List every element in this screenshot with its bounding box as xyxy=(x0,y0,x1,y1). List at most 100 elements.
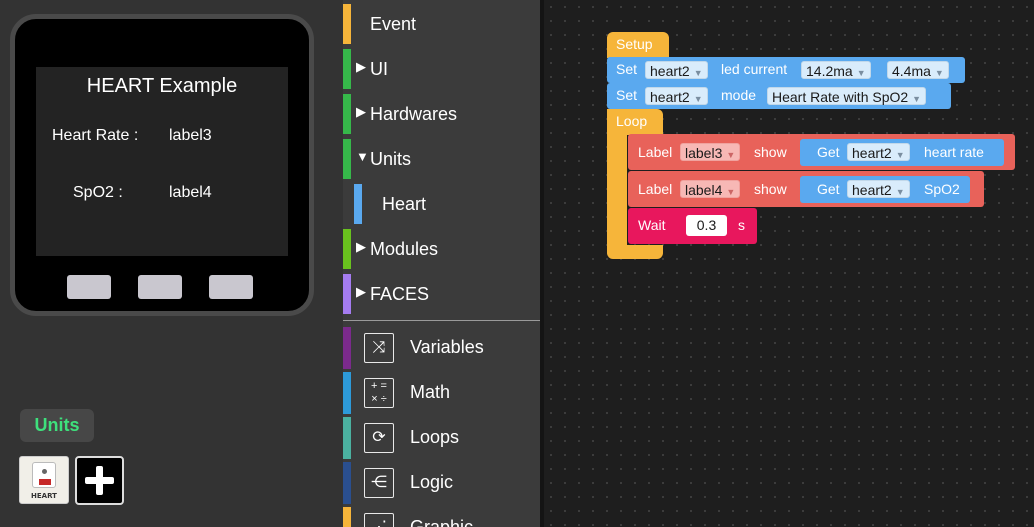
collapse-arrow-icon: ▼ xyxy=(356,149,369,164)
block-text: heart rate xyxy=(924,144,984,160)
loop-label: Loop xyxy=(616,113,648,129)
category-label: Modules xyxy=(370,239,439,259)
expand-arrow-icon: ▶ xyxy=(356,104,366,119)
expand-arrow-icon: ▶ xyxy=(356,239,366,254)
chevron-down-icon: ▼ xyxy=(895,150,905,160)
plus-icon-vertical xyxy=(96,466,103,495)
category-color-bar xyxy=(343,94,351,134)
math-icon: + = × ÷ xyxy=(364,378,394,408)
screen-title[interactable]: HEART Example xyxy=(36,75,288,98)
toolbox-category-graphic[interactable]: ⋰ Graphic xyxy=(343,505,540,527)
block-keyword: Set xyxy=(616,61,638,77)
label-dropdown[interactable]: label4 ▼ xyxy=(680,180,741,198)
label-show-spo2-block[interactable]: Label label4 ▼ show Get heart2 ▼ SpO2 xyxy=(628,171,984,207)
block-keyword: Label xyxy=(638,181,673,197)
category-label: FACES xyxy=(370,284,430,304)
dropdown-value: heart2 xyxy=(650,89,690,105)
device-dropdown[interactable]: heart2 ▼ xyxy=(847,143,910,161)
wait-block[interactable]: Wait 0.3 s xyxy=(628,208,757,244)
dropdown-value: 4.4ma xyxy=(892,63,931,79)
toolbox-category-modules[interactable]: ▶ Modules xyxy=(343,227,540,272)
toolbox-category-faces[interactable]: ▶ FACES xyxy=(343,272,540,317)
device-button-a[interactable] xyxy=(67,275,111,299)
toolbox-category-ui[interactable]: ▶ UI xyxy=(343,47,540,92)
block-text: mode xyxy=(721,87,757,103)
block-text: led current xyxy=(721,61,788,77)
expand-arrow-icon: ▶ xyxy=(356,284,366,299)
get-heart-rate-block[interactable]: Get heart2 ▼ heart rate xyxy=(800,139,1004,166)
screen-label3[interactable]: label3 xyxy=(169,127,212,145)
chevron-down-icon: ▼ xyxy=(934,68,944,78)
block-text: show xyxy=(754,144,787,160)
category-label: Hardwares xyxy=(370,104,458,124)
device-dropdown[interactable]: heart2 ▼ xyxy=(847,180,910,198)
label-show-heart-rate-block[interactable]: Label label3 ▼ show Get heart2 ▼ heart rat… xyxy=(628,134,1015,170)
loop-block-cap[interactable]: Loop xyxy=(607,109,663,135)
setup-label: Setup xyxy=(616,36,653,52)
app-root: HEART Example Heart Rate : label3 SpO2 :… xyxy=(0,0,1034,527)
category-label: Event xyxy=(370,14,417,34)
heart-unit-icon xyxy=(32,462,56,488)
category-label: UI xyxy=(370,59,388,79)
category-color-bar xyxy=(343,417,351,459)
category-label: Math xyxy=(410,382,451,402)
dropdown-value: label3 xyxy=(685,145,723,161)
category-color-bar xyxy=(343,462,351,504)
chevron-down-icon: ▼ xyxy=(693,94,703,104)
category-color-bar xyxy=(343,4,351,44)
toolbox-category-logic[interactable]: ⋲ Logic xyxy=(343,460,540,505)
graphic-icon: ⋰ xyxy=(364,513,394,527)
toolbox-subcategory-heart[interactable]: Heart xyxy=(343,182,540,227)
shuffle-icon: ⤨ xyxy=(364,333,394,363)
screen-spo2-label[interactable]: SpO2 : xyxy=(73,184,123,202)
blockly-workspace[interactable]: Setup Set heart2 ▼ led current 14.2ma ▼ 4.… xyxy=(540,0,1034,527)
get-spo2-block[interactable]: Get heart2 ▼ SpO2 xyxy=(800,176,970,203)
device-panel: HEART Example Heart Rate : label3 SpO2 :… xyxy=(0,0,343,527)
toolbox-category-variables[interactable]: ⤨ Variables xyxy=(343,325,540,370)
block-text: s xyxy=(738,217,745,233)
block-keyword: Set xyxy=(616,87,638,103)
logic-icon: ⋲ xyxy=(364,468,394,498)
chevron-down-icon: ▼ xyxy=(726,150,736,160)
mode-dropdown[interactable]: Heart Rate with SpO2 ▼ xyxy=(767,87,927,105)
unit-heart-thumbnail[interactable]: HEART xyxy=(19,456,69,504)
unit-thumb-label: HEART xyxy=(31,492,57,500)
led-current-dropdown-2[interactable]: 4.4ma ▼ xyxy=(887,61,949,79)
screen-label4[interactable]: label4 xyxy=(169,184,212,202)
wait-seconds-input[interactable]: 0.3 xyxy=(686,215,727,236)
dropdown-value: heart2 xyxy=(852,145,892,161)
category-color-bar xyxy=(343,229,351,269)
setup-block-cap[interactable]: Setup xyxy=(607,32,669,58)
category-label: Logic xyxy=(410,472,454,492)
toolbox-category-hardwares[interactable]: ▶ Hardwares xyxy=(343,92,540,137)
set-led-current-block[interactable]: Set heart2 ▼ led current 14.2ma ▼ 4.4ma ▼ xyxy=(607,57,965,83)
device-button-b[interactable] xyxy=(138,275,182,299)
loop-block-foot xyxy=(607,245,663,259)
screen-heart-rate-label[interactable]: Heart Rate : xyxy=(52,127,138,145)
toolbox-category-units[interactable]: ▼ Units xyxy=(343,137,540,182)
category-label: Units xyxy=(370,149,412,169)
chevron-down-icon: ▼ xyxy=(912,94,922,104)
loop-icon: ⟳ xyxy=(364,423,394,453)
dropdown-value: heart2 xyxy=(650,63,690,79)
toolbox-category-event[interactable]: Event xyxy=(343,2,540,47)
label-dropdown[interactable]: label3 ▼ xyxy=(680,143,741,161)
led-current-dropdown-1[interactable]: 14.2ma ▼ xyxy=(801,61,871,79)
loop-block-arm xyxy=(607,134,627,246)
category-color-bar xyxy=(343,327,351,369)
block-text: show xyxy=(754,181,787,197)
device-screen[interactable]: HEART Example Heart Rate : label3 SpO2 :… xyxy=(36,67,288,256)
set-mode-block[interactable]: Set heart2 ▼ mode Heart Rate with SpO2 ▼ xyxy=(607,83,951,109)
category-color-bar xyxy=(354,184,362,224)
toolbox-category-math[interactable]: + = × ÷ Math xyxy=(343,370,540,415)
units-panel-title: Units xyxy=(20,409,94,442)
device-dropdown[interactable]: heart2 ▼ xyxy=(645,87,708,105)
block-keyword: Get xyxy=(817,181,840,197)
device-preview[interactable]: HEART Example Heart Rate : label3 SpO2 :… xyxy=(10,14,314,316)
category-color-bar xyxy=(343,274,351,314)
toolbox-category-loops[interactable]: ⟳ Loops xyxy=(343,415,540,460)
device-dropdown[interactable]: heart2 ▼ xyxy=(645,61,708,79)
device-button-c[interactable] xyxy=(209,275,253,299)
add-unit-button[interactable] xyxy=(75,456,124,505)
chevron-down-icon: ▼ xyxy=(895,187,905,197)
